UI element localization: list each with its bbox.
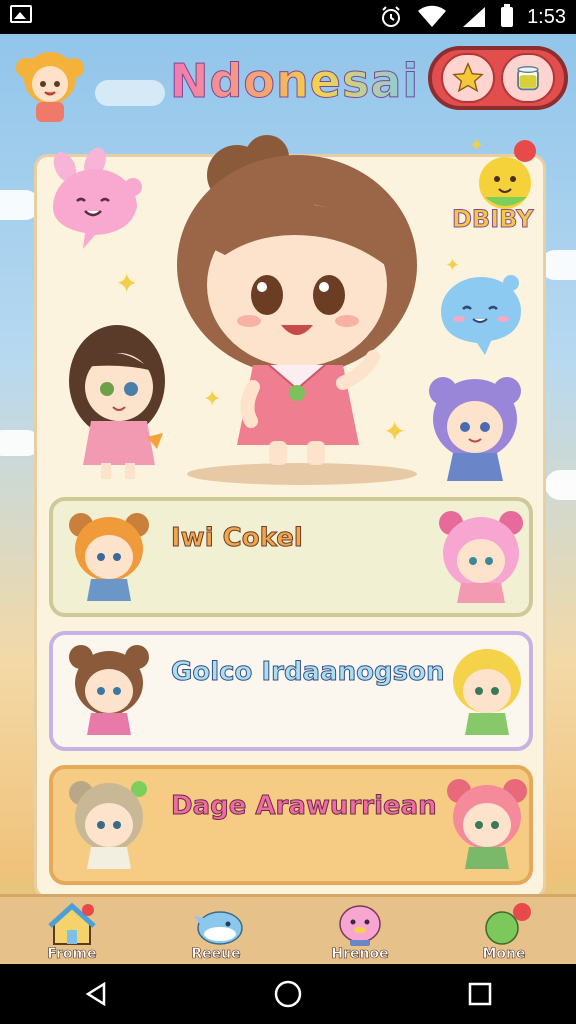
card-character-left <box>67 641 151 741</box>
nav-label-whale: Reeue <box>191 946 241 963</box>
whale-icon <box>192 902 243 946</box>
brand-label: DBIBY <box>452 205 535 234</box>
card-character-left <box>67 507 151 607</box>
star-icon <box>452 62 484 93</box>
square-recents-icon <box>468 982 492 1006</box>
blue-blob-sticker <box>433 267 529 361</box>
menu-card-2-label: Golco Irdaanogson <box>170 657 445 688</box>
header-button-group <box>428 46 568 110</box>
gallery-icon <box>10 5 32 23</box>
menu-card-3-label: Dage Arawurriean <box>171 791 438 822</box>
status-bar: 1:53 <box>0 0 576 34</box>
star-button[interactable] <box>441 53 495 103</box>
bottom-nav: Frome Reeue Hrenoe Mone <box>0 894 576 964</box>
nav-label-home: Frome <box>47 946 97 963</box>
sparkle-decor: ✦ <box>115 267 139 300</box>
recents-button[interactable] <box>450 974 510 1014</box>
nav-item-home[interactable]: Frome <box>17 896 127 964</box>
home-icon <box>48 902 96 946</box>
menu-card-1[interactable]: Iwi Cokel <box>49 497 533 617</box>
main-panel: ✦ ✦ ✦ ✦ ✦ DBIBY Iwi Cokel Golco Irdaanog… <box>34 135 546 899</box>
header: Ndonesai <box>0 38 576 138</box>
nav-item-balloon[interactable]: Mone <box>449 896 559 964</box>
long-hair-girl-character[interactable] <box>61 317 181 491</box>
nav-label-pig: Hrenoe <box>331 946 389 963</box>
cup-button[interactable] <box>501 53 555 103</box>
card-character-right <box>433 507 523 607</box>
battery-icon <box>501 4 514 27</box>
nav-item-pig[interactable]: Hrenoe <box>305 896 415 964</box>
purple-hair-girl-character[interactable] <box>425 369 525 493</box>
menu-card-2[interactable]: Golco Irdaanogson <box>49 631 533 751</box>
card-character-right <box>445 775 529 875</box>
profile-avatar[interactable] <box>14 44 86 128</box>
circle-home-icon <box>274 980 302 1008</box>
nav-label-balloon: Mone <box>482 946 526 963</box>
wifi-icon <box>418 5 447 27</box>
card-character-right <box>445 641 529 741</box>
menu-card-1-label: Iwi Cokel <box>171 523 304 554</box>
back-button[interactable] <box>66 974 126 1014</box>
game-title: Ndonesai <box>169 54 420 109</box>
balloon-icon <box>480 902 531 946</box>
card-character-left <box>67 775 151 875</box>
bunny-ghost-sticker <box>43 147 153 261</box>
system-nav-bar <box>0 964 576 1024</box>
nav-item-whale[interactable]: Reeue <box>161 896 271 964</box>
home-system-button[interactable] <box>258 974 318 1014</box>
menu-card-3[interactable]: Dage Arawurriean <box>49 765 533 885</box>
pig-icon <box>336 902 384 946</box>
signal-icon <box>463 7 486 27</box>
alarm-icon <box>382 6 401 27</box>
cup-icon <box>517 65 539 91</box>
hero-character[interactable] <box>157 135 427 479</box>
cloud-decor <box>545 470 576 500</box>
status-time: 1:53 <box>527 5 566 28</box>
back-icon <box>85 981 106 1007</box>
